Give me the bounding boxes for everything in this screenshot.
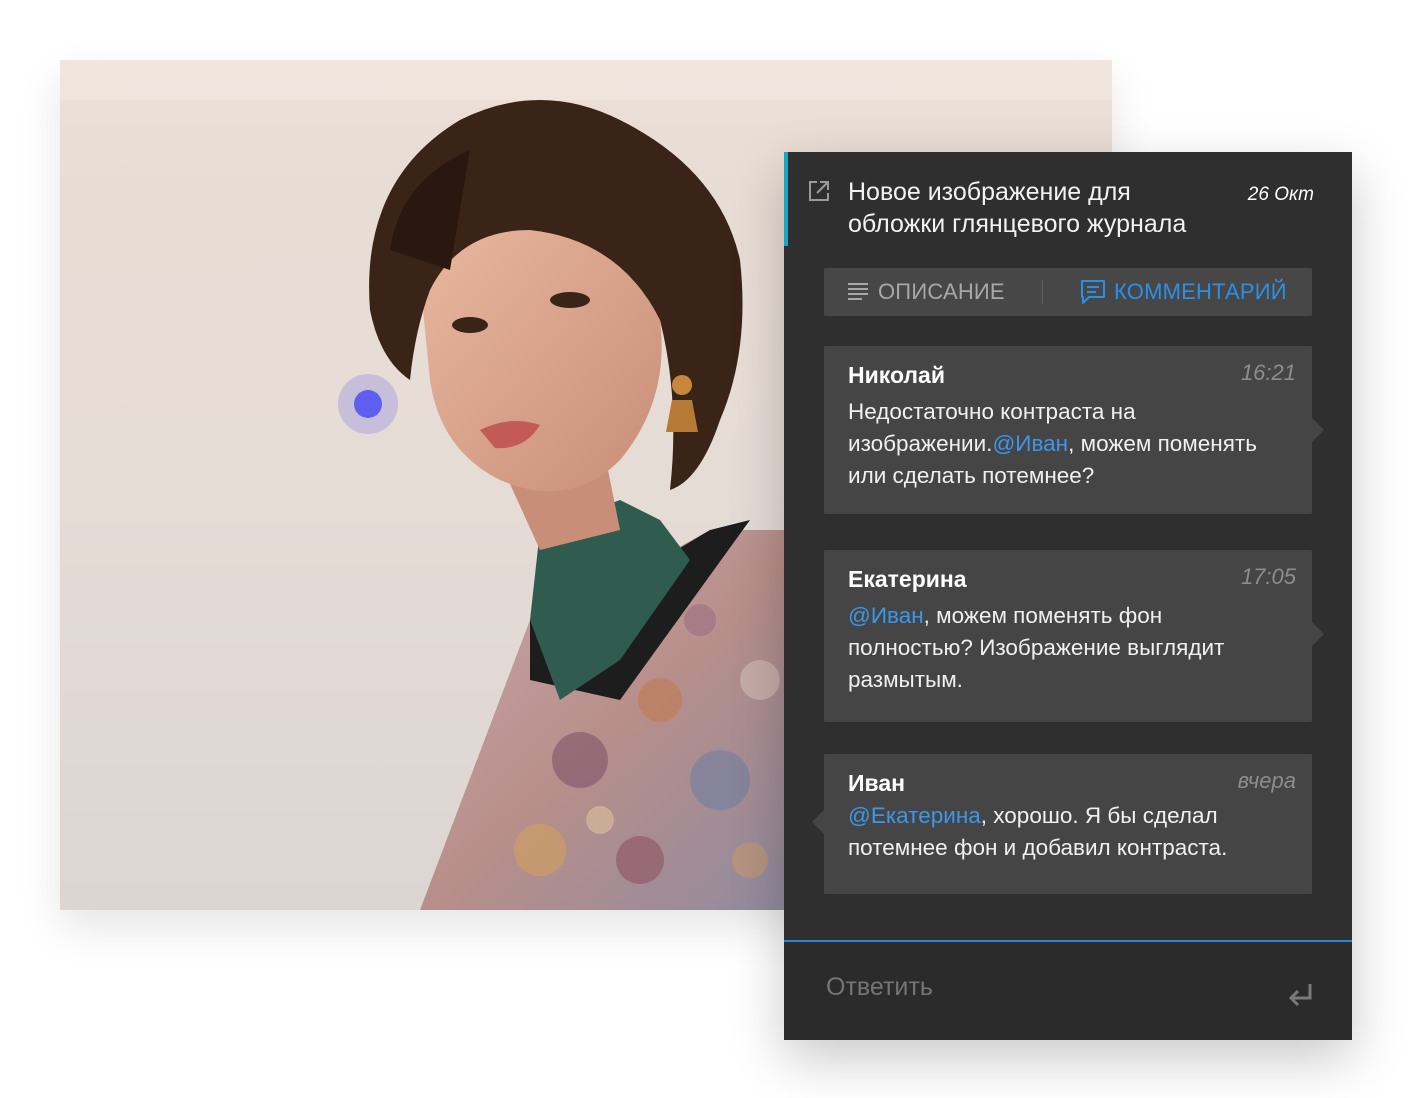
mention-link[interactable]: @Иван: [848, 603, 924, 628]
text-lines-icon: [848, 283, 868, 300]
comment-card: Екатерина 17:05 @Иван, можем поменять фо…: [824, 550, 1324, 722]
comments-panel: Новое изображение для обложки глянцевого…: [784, 152, 1352, 1040]
panel-title: Новое изображение для обложки глянцевого…: [848, 178, 1187, 238]
reply-bar: [784, 940, 1352, 1040]
comment-author: Николай: [848, 362, 945, 388]
comment-icon: [1081, 280, 1105, 304]
annotation-pin-dot: [354, 390, 382, 418]
mention-link[interactable]: @Иван: [992, 431, 1068, 456]
comment-author: Иван: [848, 770, 906, 796]
tab-comment-label: КОММЕНТАРИЙ: [1114, 279, 1287, 304]
reply-input[interactable]: [824, 972, 1268, 1003]
tab-description-label: ОПИСАНИЕ: [878, 279, 1005, 304]
comment-author: Екатерина: [848, 566, 967, 592]
panel-date: 26 Окт: [1247, 184, 1314, 205]
tab-description[interactable]: ОПИСАНИЕ: [848, 268, 1005, 316]
comment-time: вчера: [1237, 768, 1296, 793]
external-link-icon[interactable]: [806, 178, 832, 204]
comment-time: 16:21: [1240, 360, 1296, 385]
panel-tabs: ОПИСАНИЕ КОММЕНТАРИЙ: [824, 268, 1312, 316]
comment-card: Иван вчера @Екатерина, хорошо. Я бы сдел…: [812, 754, 1312, 894]
tab-separator: [1042, 280, 1043, 304]
comment-text: @Екатерина, хорошо. Я бы сделал потемнее…: [848, 800, 1288, 864]
comment-text: Недостаточно контраста на изображении.@И…: [848, 396, 1288, 492]
comment-text: @Иван, можем поменять фон полностью? Изо…: [848, 600, 1288, 696]
tab-comment[interactable]: КОММЕНТАРИЙ: [1080, 268, 1287, 316]
mention-link[interactable]: @Екатерина: [848, 803, 981, 828]
annotation-pin[interactable]: [338, 374, 398, 434]
enter-icon[interactable]: [1286, 982, 1316, 1008]
comment-card: Николай 16:21 Недостаточно контраста на …: [824, 346, 1324, 514]
comment-time: 17:05: [1240, 564, 1296, 589]
panel-accent-bar: [784, 152, 788, 246]
